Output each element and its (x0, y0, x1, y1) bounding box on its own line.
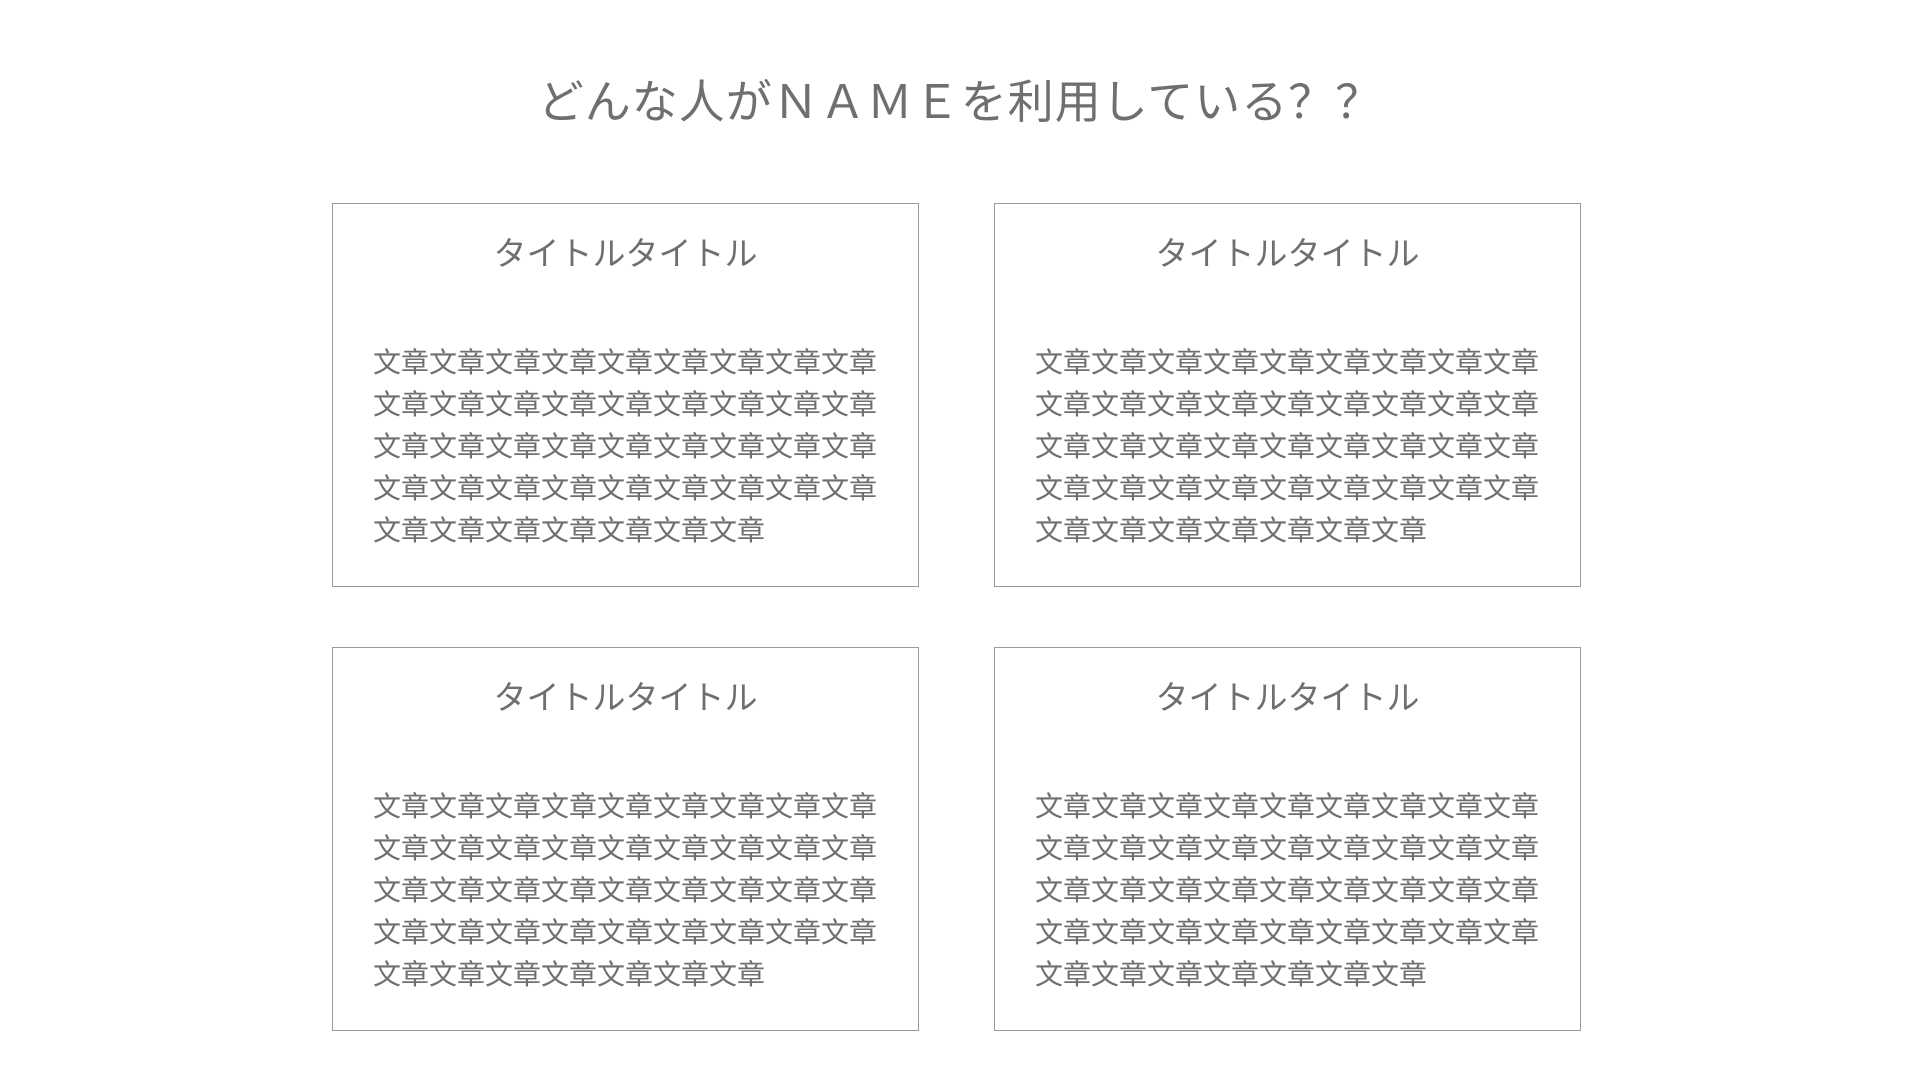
card-title: タイトルタイトル (1155, 234, 1420, 273)
info-card-1: タイトルタイトル 文章文章文章文章文章文章文章文章文章 文章文章文章文章文章文章… (332, 203, 919, 587)
card-body: 文章文章文章文章文章文章文章文章文章 文章文章文章文章文章文章文章文章文章 文章… (1035, 346, 1540, 547)
card-body: 文章文章文章文章文章文章文章文章文章 文章文章文章文章文章文章文章文章文章 文章… (1035, 790, 1540, 991)
card-body: 文章文章文章文章文章文章文章文章文章 文章文章文章文章文章文章文章文章文章 文章… (373, 346, 878, 547)
info-card-2: タイトルタイトル 文章文章文章文章文章文章文章文章文章 文章文章文章文章文章文章… (994, 203, 1581, 587)
card-title: タイトルタイトル (1155, 678, 1420, 717)
card-body: 文章文章文章文章文章文章文章文章文章 文章文章文章文章文章文章文章文章文章 文章… (373, 790, 878, 991)
info-card-4: タイトルタイトル 文章文章文章文章文章文章文章文章文章 文章文章文章文章文章文章… (994, 647, 1581, 1031)
page-title: どんな人がＮＡＭＥを利用している？？ (537, 75, 1383, 129)
info-card-3: タイトルタイトル 文章文章文章文章文章文章文章文章文章 文章文章文章文章文章文章… (332, 647, 919, 1031)
card-title: タイトルタイトル (493, 234, 758, 273)
card-title: タイトルタイトル (493, 678, 758, 717)
